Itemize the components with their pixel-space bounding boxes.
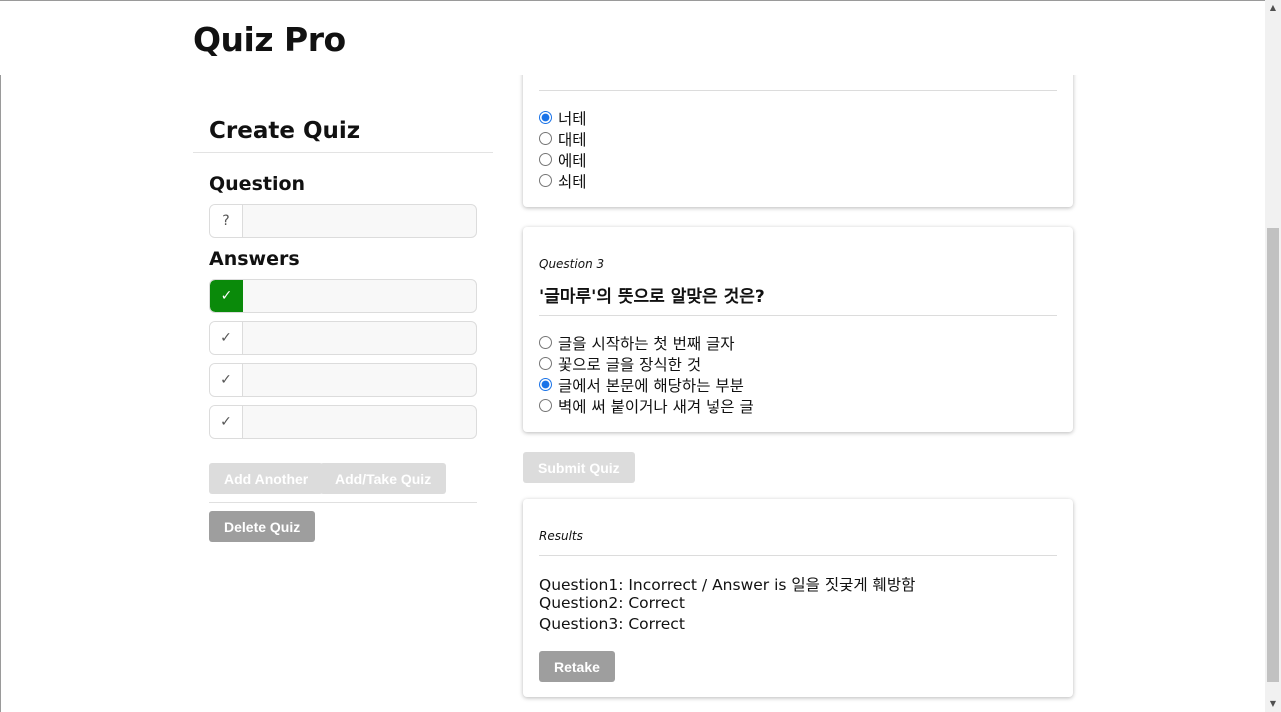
vertical-scrollbar[interactable]: ▲ ▼ [1265,0,1281,712]
q3-option-3-label: 글에서 본문에 해당하는 부분 [558,376,744,395]
header-background [0,1,1265,75]
results-title: Results [539,529,583,543]
check-icon[interactable]: ✓ [210,406,243,438]
check-icon[interactable]: ✓ [210,364,243,396]
q3-option-4[interactable]: 벽에 써 붙이거나 새겨 넣은 글 [538,395,754,416]
create-quiz-title: Create Quiz [193,100,493,153]
q3-option-3[interactable]: 글에서 본문에 해당하는 부분 [538,374,744,395]
q2-option-3-label: 에테 [558,151,587,170]
q3-option-4-label: 벽에 써 붙이거나 새겨 넣은 글 [558,397,754,416]
result-line-2: Question2: Correct [539,594,685,612]
results-card: Results Question1: Incorrect / Answer is… [523,499,1073,697]
q2-option-4-label: 쇠테 [558,172,587,191]
q2-option-2-radio[interactable] [539,132,552,145]
window-border-left [0,0,1,712]
add-another-button[interactable]: Add Another [209,463,324,494]
q2-option-2[interactable]: 대테 [538,128,587,149]
question-field: ? [209,204,477,238]
answer-input-2[interactable] [243,322,476,354]
answer-input-3[interactable] [243,364,476,396]
question-3-number: Question 3 [539,257,605,271]
check-icon[interactable]: ✓ [210,280,243,312]
answer-field-4: ✓ [209,405,477,439]
scroll-up-arrow-icon[interactable]: ▲ [1265,0,1281,16]
answer-input-1[interactable] [243,280,476,312]
q2-option-3[interactable]: 에테 [538,149,587,170]
q2-option-4[interactable]: 쇠테 [538,170,587,191]
question-3-divider [539,315,1057,316]
panel-divider [209,502,477,503]
question-3-card: Question 3 '글마루'의 뜻으로 알맞은 것은? 글을 시작하는 첫 … [523,227,1073,432]
retake-button[interactable]: Retake [539,651,615,682]
q3-option-3-radio[interactable] [539,378,552,391]
answer-field-2: ✓ [209,321,477,355]
answers-label: Answers [209,248,300,270]
question-input[interactable] [243,205,476,237]
question-2-divider [539,90,1057,91]
answer-input-4[interactable] [243,406,476,438]
q3-option-1[interactable]: 글을 시작하는 첫 번째 글자 [538,332,735,353]
app-title: Quiz Pro [193,20,346,59]
results-divider [539,555,1057,556]
q2-option-3-radio[interactable] [539,153,552,166]
scroll-down-arrow-icon[interactable]: ▼ [1265,696,1281,712]
answer-field-3: ✓ [209,363,477,397]
q3-option-2-radio[interactable] [539,357,552,370]
answer-field-1: ✓ [209,279,477,313]
q2-option-2-label: 대테 [558,130,587,149]
q2-option-4-radio[interactable] [539,174,552,187]
q3-option-4-radio[interactable] [539,399,552,412]
q2-option-1-radio[interactable] [539,111,552,124]
scrollbar-thumb[interactable] [1267,228,1279,682]
q3-option-1-label: 글을 시작하는 첫 번째 글자 [558,334,735,353]
delete-quiz-button[interactable]: Delete Quiz [209,511,316,542]
add-take-quiz-button[interactable]: Add/Take Quiz [320,463,447,494]
q3-option-2[interactable]: 꽃으로 글을 장식한 것 [538,353,701,374]
result-line-1: Question1: Incorrect / Answer is 일을 짓궂게 … [539,576,916,594]
question-3-text: '글마루'의 뜻으로 알맞은 것은? [539,287,765,307]
create-quiz-panel: Create Quiz Question ? Answers ✓ ✓ ✓ ✓ A… [193,100,493,542]
question-mark-icon: ? [210,205,243,237]
result-line-3: Question3: Correct [539,615,685,633]
question-label: Question [209,173,306,195]
q2-option-1-label: 너테 [558,109,587,128]
q2-option-1[interactable]: 너테 [538,107,587,128]
check-icon[interactable]: ✓ [210,322,243,354]
q3-option-2-label: 꽃으로 글을 장식한 것 [558,355,702,374]
q3-option-1-radio[interactable] [539,336,552,349]
submit-quiz-button[interactable]: Submit Quiz [523,452,635,483]
